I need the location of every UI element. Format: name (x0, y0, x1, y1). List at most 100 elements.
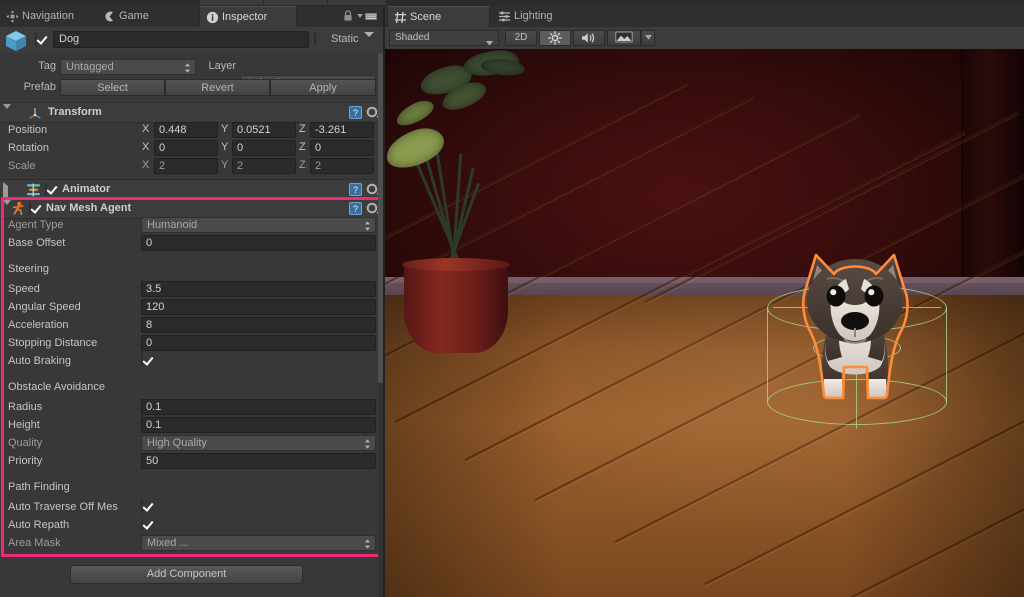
position-y-field[interactable]: 0.0521 (232, 122, 296, 138)
section-label-path-finding: Path Finding (0, 478, 383, 496)
scale-y-field[interactable]: 2 (232, 158, 296, 174)
auto-repath-checkbox[interactable] (141, 517, 143, 531)
transform-rotation-row: Rotation X 0 Y 0 Z 0 (0, 139, 383, 157)
property-label: Agent Type (8, 219, 64, 231)
tab-scene[interactable]: Scene (387, 6, 490, 27)
sun-icon (547, 31, 563, 45)
position-x-field[interactable]: 0.448 (154, 122, 218, 138)
tab-label: Inspector (222, 11, 268, 23)
position-z-field[interactable]: -3.261 (310, 122, 374, 138)
inspector-panel: Navigation Game Inspector Dog Static Tag… (0, 6, 383, 597)
property-label: Position (8, 124, 48, 136)
quality-value: High Quality (147, 437, 207, 449)
area-mask-value: Mixed ... (147, 537, 189, 549)
lock-icon[interactable] (343, 10, 353, 22)
tab-navigation[interactable]: Navigation (0, 6, 95, 27)
auto-traverse-off-mes-checkbox[interactable] (141, 499, 143, 513)
plant-pot-rim (402, 258, 510, 271)
plant-pot (404, 261, 508, 353)
tab-label: Navigation (22, 10, 74, 22)
prefab-select-button[interactable]: Select (60, 79, 165, 96)
hamburger-menu-icon[interactable] (356, 12, 378, 21)
scale-z-field[interactable]: 2 (310, 158, 374, 174)
static-checkbox[interactable] (314, 32, 316, 46)
area-mask-dropdown[interactable]: Mixed ... (141, 535, 376, 551)
rotation-x-field[interactable]: 0 (154, 140, 218, 156)
section-label: Obstacle Avoidance (8, 381, 106, 393)
base-offset-field[interactable]: 0 (141, 235, 376, 251)
help-icon[interactable]: ? (349, 106, 362, 119)
property-row-auto-braking: Auto Braking (0, 352, 383, 370)
property-row-acceleration: Acceleration 8 (0, 316, 383, 334)
scene-viewport[interactable] (385, 49, 1024, 597)
property-row-auto-traverse-off-mes: Auto Traverse Off Mes (0, 498, 383, 516)
quality-dropdown[interactable]: High Quality (141, 435, 376, 451)
foldout-arrow-icon[interactable] (3, 182, 8, 202)
property-row-angular-speed: Angular Speed 120 (0, 298, 383, 316)
priority-field[interactable]: 50 (141, 453, 376, 469)
prefab-cube-icon (3, 29, 29, 53)
angular-speed-field[interactable]: 120 (141, 299, 376, 315)
property-row-base-offset: Base Offset 0 (0, 234, 383, 252)
scene-effects-toggle[interactable] (607, 30, 641, 46)
tab-label: Scene (410, 11, 442, 23)
property-row-stopping-distance: Stopping Distance 0 (0, 334, 383, 352)
nav-mesh-agent-enabled-checkbox[interactable] (29, 201, 31, 215)
property-label: Angular Speed (8, 301, 81, 313)
tag-dropdown[interactable]: Untagged (60, 59, 196, 75)
speaker-icon (580, 33, 598, 44)
add-component-button[interactable]: Add Component (70, 565, 303, 584)
component-title: Animator (62, 183, 111, 195)
radius-field[interactable]: 0.1 (141, 399, 376, 415)
speed-field[interactable]: 3.5 (141, 281, 376, 297)
axis-label-y: Y (221, 159, 229, 171)
stopping-distance-field[interactable]: 0 (141, 335, 376, 351)
top-toolbar-button[interactable] (200, 0, 264, 5)
axis-label-x: X (142, 159, 150, 171)
property-row-agent-type: Agent Type Humanoid (0, 216, 383, 234)
layer-label: Layer (208, 60, 236, 72)
section-label: Path Finding (8, 481, 70, 493)
static-dropdown-icon[interactable] (364, 32, 374, 49)
scene-lighting-toggle[interactable] (539, 30, 571, 46)
animator-enabled-checkbox[interactable] (45, 182, 47, 196)
draw-mode-dropdown[interactable]: Shaded (389, 30, 499, 46)
wall-corner-seam (961, 49, 963, 294)
acceleration-field[interactable]: 8 (141, 317, 376, 333)
rotation-z-field[interactable]: 0 (310, 140, 374, 156)
gameobject-active-checkbox[interactable] (35, 32, 37, 46)
agent-type-dropdown[interactable]: Humanoid (141, 217, 376, 233)
component-title: Transform (48, 106, 102, 118)
property-label: Acceleration (8, 319, 69, 331)
gizmo-side-right (946, 308, 947, 402)
prefab-label: Prefab (23, 81, 56, 93)
scene-effects-dropdown[interactable] (641, 30, 655, 46)
scale-x-field[interactable]: 2 (154, 158, 218, 174)
game-icon (103, 10, 116, 23)
foldout-arrow-icon[interactable] (3, 104, 11, 121)
tab-lighting[interactable]: Lighting (492, 6, 584, 27)
prefab-apply-button[interactable]: Apply (270, 79, 376, 96)
tab-inspector[interactable]: Inspector (199, 6, 297, 27)
chevron-down-icon (644, 32, 652, 43)
height-field[interactable]: 0.1 (141, 417, 376, 433)
auto-braking-checkbox[interactable] (141, 353, 143, 367)
help-icon[interactable]: ? (349, 202, 362, 215)
transform-position-row: Position X 0.448 Y 0.0521 Z -3.261 (0, 121, 383, 139)
component-header-animator[interactable]: Animator ? (0, 179, 383, 202)
help-icon[interactable]: ? (349, 183, 362, 196)
animator-icon (26, 183, 41, 200)
tab-game[interactable]: Game (97, 6, 167, 27)
rotation-y-field[interactable]: 0 (232, 140, 296, 156)
property-row-quality: Quality High Quality (0, 434, 383, 452)
gameobject-name-input[interactable]: Dog (53, 31, 309, 48)
scene-audio-toggle[interactable] (573, 30, 605, 46)
top-toolbar-button[interactable] (264, 0, 328, 5)
prefab-revert-button[interactable]: Revert (165, 79, 270, 96)
property-row-auto-repath: Auto Repath (0, 516, 383, 534)
property-label: Radius (8, 401, 43, 413)
component-header-transform[interactable]: Transform ? (0, 102, 383, 123)
two-d-toggle-button[interactable]: 2D (505, 30, 537, 46)
dog-model[interactable] (786, 249, 924, 409)
top-toolbar-button[interactable] (328, 0, 387, 5)
